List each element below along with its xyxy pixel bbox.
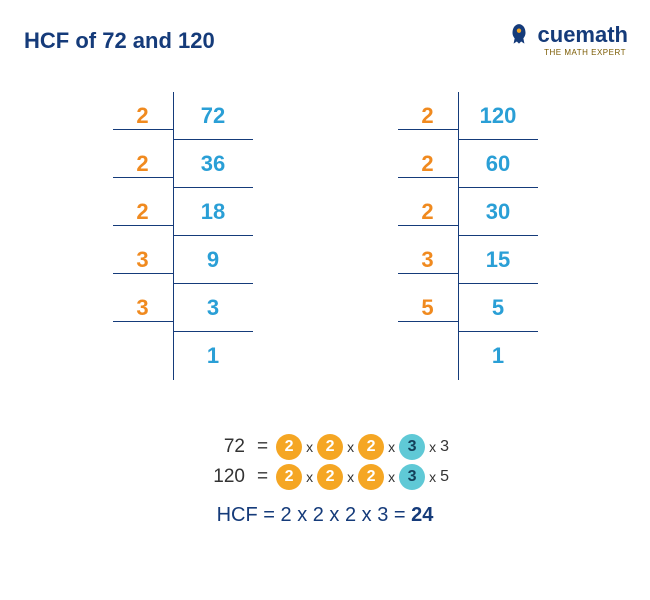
equals-sign: = xyxy=(257,436,268,458)
table-row: 55 xyxy=(398,284,538,332)
prime-factor: 2 xyxy=(317,434,343,460)
times-sign: x xyxy=(306,439,313,455)
equals-sign: = xyxy=(394,504,411,526)
rocket-icon xyxy=(506,22,532,48)
factorization-area: 72 = 2x2x2x3x3 120 = 2x2x2x3x5 HCF = 2 x… xyxy=(201,430,449,527)
table-row: 218 xyxy=(113,188,253,236)
factor-line-120: 120 = 2x2x2x3x5 xyxy=(201,464,449,490)
dividend-cell: 60 xyxy=(458,140,538,188)
dividend-cell: 36 xyxy=(173,140,253,188)
table-row: 260 xyxy=(398,140,538,188)
dividend-cell: 3 xyxy=(173,284,253,332)
table-row: 230 xyxy=(398,188,538,236)
table-row: 33 xyxy=(113,284,253,332)
brand-logo: cuemath xyxy=(506,22,628,48)
hcf-label: HCF xyxy=(217,504,258,526)
divisor-cell: 2 xyxy=(398,151,458,178)
table-row: 39 xyxy=(113,236,253,284)
brand-tagline: THE MATH EXPERT xyxy=(544,48,626,57)
dividend-cell: 120 xyxy=(458,92,538,140)
divisor-cell: 2 xyxy=(113,103,173,130)
divisor-cell: 2 xyxy=(398,199,458,226)
divisor-cell: 2 xyxy=(398,103,458,130)
prime-factor: 3 xyxy=(399,464,425,490)
prime-factor: 2 xyxy=(276,434,302,460)
table-row: 315 xyxy=(398,236,538,284)
prime-factor: 2 xyxy=(358,464,384,490)
hcf-expression: 2 x 2 x 2 x 3 xyxy=(281,504,389,526)
divisor-cell: 5 xyxy=(398,295,458,322)
table-row: .1 xyxy=(398,332,538,380)
dividend-cell: 1 xyxy=(458,332,538,380)
dividend-cell: 15 xyxy=(458,236,538,284)
dividend-cell: 72 xyxy=(173,92,253,140)
factor-tables: 2722362183933.1 212026023031555.1 xyxy=(0,92,650,380)
dividend-cell: 30 xyxy=(458,188,538,236)
times-sign: x xyxy=(388,439,395,455)
brand-name: cuemath xyxy=(538,22,628,48)
equals-sign: = xyxy=(263,504,280,526)
times-sign: x xyxy=(388,469,395,485)
prime-factor: 3 xyxy=(399,434,425,460)
divisor-cell: 3 xyxy=(113,247,173,274)
factor-label-72: 72 xyxy=(201,436,245,458)
table-row: 272 xyxy=(113,92,253,140)
hcf-result-line: HCF = 2 x 2 x 2 x 3 = 24 xyxy=(201,504,449,527)
prime-factor: 2 xyxy=(358,434,384,460)
times-sign: x xyxy=(347,439,354,455)
divisor-cell: 3 xyxy=(398,247,458,274)
prime-factor: 3 xyxy=(440,438,449,456)
times-sign: x xyxy=(429,469,436,485)
times-sign: x xyxy=(306,469,313,485)
table-right: 212026023031555.1 xyxy=(398,92,538,380)
prime-factor: 2 xyxy=(276,464,302,490)
table-left: 2722362183933.1 xyxy=(113,92,253,380)
divisor-cell: . xyxy=(113,343,173,369)
dividend-cell: 18 xyxy=(173,188,253,236)
factor-line-72: 72 = 2x2x2x3x3 xyxy=(201,434,449,460)
times-sign: x xyxy=(347,469,354,485)
divisor-cell: . xyxy=(398,343,458,369)
dividend-cell: 1 xyxy=(173,332,253,380)
table-row: .1 xyxy=(113,332,253,380)
factor-label-120: 120 xyxy=(201,466,245,488)
hcf-value: 24 xyxy=(411,504,433,526)
prime-factor: 2 xyxy=(317,464,343,490)
divisor-cell: 3 xyxy=(113,295,173,322)
divisor-cell: 2 xyxy=(113,151,173,178)
equals-sign: = xyxy=(257,466,268,488)
page-title: HCF of 72 and 120 xyxy=(24,28,215,54)
table-row: 236 xyxy=(113,140,253,188)
dividend-cell: 5 xyxy=(458,284,538,332)
table-row: 2120 xyxy=(398,92,538,140)
prime-factor: 5 xyxy=(440,468,449,486)
times-sign: x xyxy=(429,439,436,455)
dividend-cell: 9 xyxy=(173,236,253,284)
divisor-cell: 2 xyxy=(113,199,173,226)
